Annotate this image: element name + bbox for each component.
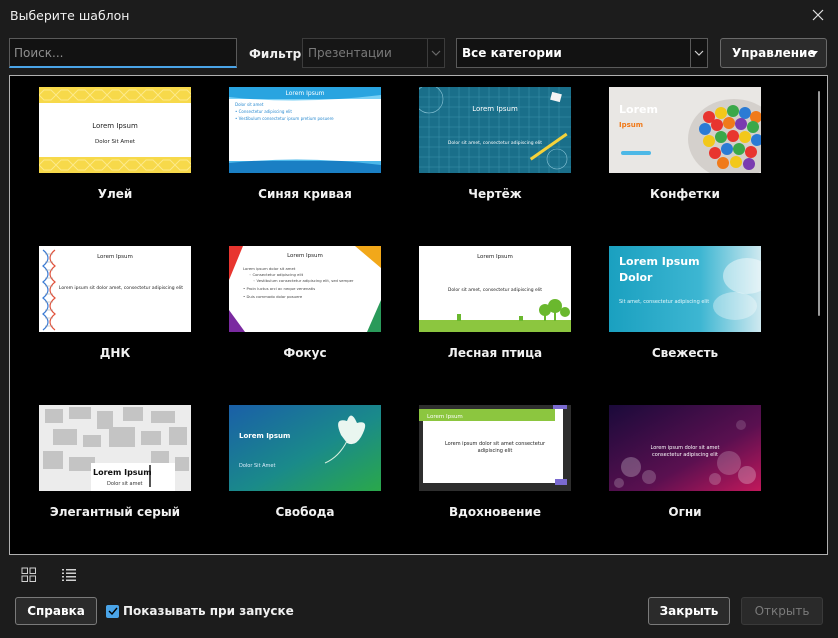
- thumb-subtitle: Dolor sit amet, consectetur adipiscing e…: [448, 287, 542, 293]
- thumb-subtitle: Dolor sit amet: [107, 481, 143, 487]
- filter-type-select[interactable]: Презентации: [302, 38, 445, 68]
- svg-text:◦ Vestibulum consectetur adip: ◦ Vestibulum consectetur adipiscing elit…: [253, 278, 354, 283]
- template-item[interactable]: Lorem Ipsum Dolor Sit Amet Свобода: [229, 405, 381, 519]
- window-title: Выберите шаблон: [10, 8, 130, 23]
- thumb-subtitle: Lorem ipsum dolor sit amet consectetur a…: [444, 441, 546, 454]
- help-button[interactable]: Справка: [15, 597, 97, 625]
- template-name: Синяя кривая: [258, 187, 352, 201]
- template-item[interactable]: Lorem ipsum dolor sit amet consectetur a…: [609, 405, 761, 519]
- template-name: Свежесть: [651, 346, 719, 360]
- dropdown-triangle-icon: [810, 51, 818, 56]
- template-name: Лесная птица: [447, 346, 543, 360]
- close-button[interactable]: Закрыть: [648, 597, 730, 625]
- template-name: Улей: [97, 187, 133, 201]
- template-thumbnail: Lorem Ipsum Lorem ipsum dolor sit amet ◦…: [229, 246, 381, 332]
- checkbox-box[interactable]: [106, 604, 119, 618]
- toolbar: Фильтр Презентации Все категории Управле…: [0, 36, 838, 70]
- template-thumbnail: Lorem Ipsum Dolor sit amet: [39, 405, 191, 491]
- thumb-subtitle: Dolor sit amet: [235, 102, 264, 107]
- thumb-title: Lorem Ipsum: [92, 122, 138, 130]
- thumb-title: Lorem: [619, 103, 658, 116]
- filter-type-value: Презентации: [308, 46, 392, 60]
- open-button[interactable]: Открыть: [741, 597, 823, 625]
- grid-view-icon: [21, 567, 36, 582]
- template-name: Фокус: [283, 346, 327, 360]
- template-item[interactable]: Lorem Ipsum Lorem ipsum dolor sit amet ◦…: [229, 246, 381, 360]
- show-on-start-label: Показывать при запуске: [123, 604, 294, 618]
- template-thumbnail: Lorem Ipsum Dolor sit amet • Consectetur…: [229, 87, 381, 173]
- chevron-down-icon: [427, 39, 444, 67]
- svg-text:• Vestibulum consectetur ipsu: • Vestibulum consectetur ipsum pretium p…: [235, 116, 334, 121]
- thumb-subtitle: Dolor Sit Amet: [95, 139, 136, 145]
- thumb-title: Lorem Ipsum: [477, 254, 513, 260]
- check-icon: [108, 607, 118, 615]
- template-name: ДНК: [99, 346, 131, 360]
- thumb-subtitle: Sit amet, consectetur adipiscing elit: [619, 299, 709, 305]
- manage-button[interactable]: Управление: [720, 38, 827, 68]
- thumb-subtitle: Dolor sit amet, consectetur adipiscing e…: [448, 140, 542, 146]
- template-name: Элегантный серый: [49, 505, 181, 519]
- thumb-title: Lorem Ipsum Dolor: [619, 255, 700, 284]
- template-item[interactable]: Lorem Ipsum Dolor sit amet Элегантный се…: [39, 405, 191, 519]
- grid-view-button[interactable]: [21, 567, 37, 586]
- template-item[interactable]: Lorem Ipsum Dolor Sit amet, consectetur …: [609, 246, 761, 360]
- filter-label: Фильтр: [249, 47, 302, 61]
- thumb-subtitle: Lorem ipsum dolor sit amet: [243, 266, 296, 271]
- svg-text:• Proin luctus orci ac neque: • Proin luctus orci ac neque venenatis: [243, 286, 315, 291]
- template-gallery[interactable]: Lorem Ipsum Dolor Sit Amet Улей Lorem Ip…: [9, 75, 828, 555]
- thumb-subtitle: Dolor Sit Amet: [239, 463, 275, 469]
- close-window-button[interactable]: [806, 4, 830, 26]
- template-thumbnail: Lorem Ipsum Lorem ipsum dolor sit amet c…: [419, 405, 571, 491]
- template-name: Конфетки: [650, 187, 720, 201]
- thumb-subtitle: consectetur adipiscing elit: [652, 452, 718, 458]
- template-item[interactable]: Lorem Ipsum Lorem ipsum sit dolor amet, …: [39, 246, 191, 360]
- svg-text:◦ Consectetur adipiscing elit: ◦ Consectetur adipiscing elit: [249, 272, 304, 277]
- template-name: Вдохновение: [449, 505, 541, 519]
- thumb-title: Lorem Ipsum: [287, 253, 323, 259]
- template-thumbnail: Lorem Ipsum Dolor sit amet, consectetur …: [419, 87, 571, 173]
- template-thumbnail: Lorem Ipsum Dolor Sit Amet: [229, 405, 381, 491]
- template-name: Свобода: [275, 505, 335, 519]
- thumb-title: Lorem Ipsum: [97, 254, 133, 260]
- template-item[interactable]: Lorem Ipsum Dolor sit amet, consectetur …: [419, 87, 571, 201]
- template-name: Огни: [668, 505, 702, 519]
- list-view-button[interactable]: [61, 567, 77, 586]
- list-view-icon: [62, 569, 76, 581]
- svg-text:• Consectetur adipiscing elit: • Consectetur adipiscing elit: [235, 109, 292, 114]
- template-thumbnail: Lorem Ipsum Dolor Sit Amet: [39, 87, 191, 173]
- thumb-title: Lorem ipsum dolor sit amet: [651, 445, 720, 451]
- thumb-title: Lorem Ipsum: [472, 105, 518, 113]
- thumb-title: Lorem Ipsum: [93, 468, 152, 477]
- title-bar: Выберите шаблон: [0, 0, 838, 32]
- show-on-start-checkbox[interactable]: Показывать при запуске: [106, 604, 294, 618]
- svg-text:• Duis commodo dolor posuere: • Duis commodo dolor posuere: [243, 294, 303, 299]
- thumb-title: Lorem Ipsum: [239, 432, 290, 440]
- template-thumbnail: Lorem Ipsum Dolor sit amet, consectetur …: [419, 246, 571, 332]
- category-select[interactable]: Все категории: [456, 38, 708, 68]
- template-thumbnail: Lorem ipsum dolor sit amet consectetur a…: [609, 405, 761, 491]
- template-item[interactable]: Lorem Ipsum Lorem ipsum dolor sit amet c…: [419, 405, 571, 519]
- template-thumbnail: Lorem Ipsum Lorem ipsum sit dolor amet, …: [39, 246, 191, 332]
- chevron-down-icon: [690, 39, 707, 67]
- search-input[interactable]: [9, 38, 237, 68]
- thumb-title: Lorem Ipsum: [427, 414, 463, 420]
- category-value: Все категории: [462, 46, 562, 60]
- close-icon: [812, 9, 824, 21]
- template-item[interactable]: Lorem Ipsum Dolor sit amet, consectetur …: [419, 246, 571, 360]
- thumb-subtitle: Ipsum: [619, 121, 643, 129]
- template-item[interactable]: Lorem Ipsum Конфетки: [609, 87, 761, 201]
- dialog-footer: Справка Показывать при запуске Закрыть О…: [0, 597, 838, 629]
- template-thumbnail: Lorem Ipsum: [609, 87, 761, 173]
- template-name: Чертёж: [468, 187, 522, 201]
- manage-label: Управление: [732, 46, 816, 60]
- template-item[interactable]: Lorem Ipsum Dolor Sit Amet Улей: [39, 87, 191, 201]
- thumb-title: Lorem Ipsum: [285, 90, 324, 97]
- scrollbar-thumb[interactable]: [818, 91, 820, 316]
- template-thumbnail: Lorem Ipsum Dolor Sit amet, consectetur …: [609, 246, 761, 332]
- thumb-subtitle: Lorem ipsum sit dolor amet, consectetur …: [59, 285, 183, 291]
- template-item[interactable]: Lorem Ipsum Dolor sit amet • Consectetur…: [229, 87, 381, 201]
